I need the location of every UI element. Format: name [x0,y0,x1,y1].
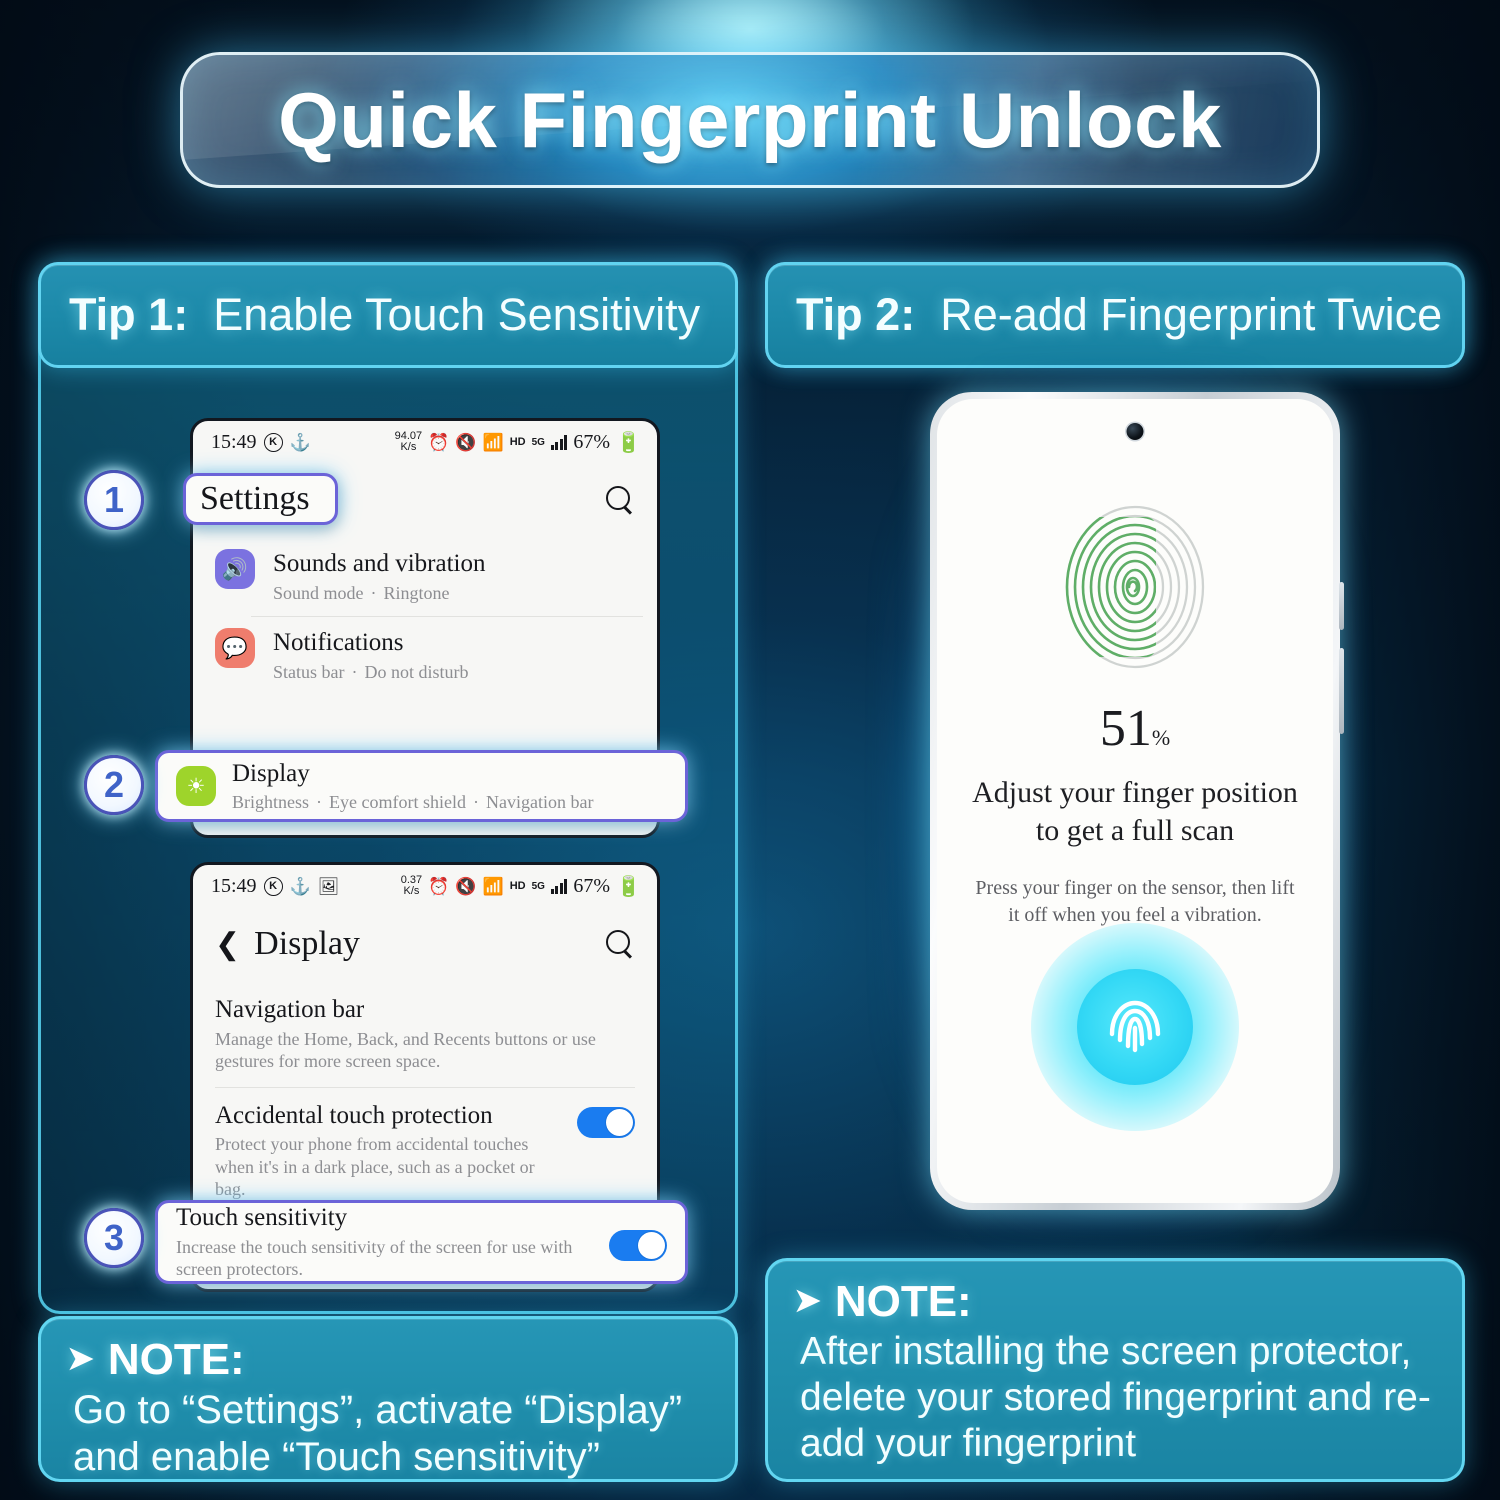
tip1-note: ➤ NOTE: Go to “Settings”, activate “Disp… [38,1316,738,1482]
anchor-icon: ⚓ [289,876,311,896]
list-item[interactable]: Navigation bar Manage the Home, Back, an… [193,981,657,1087]
hd-icon: HD [509,436,526,448]
list-item-desc: Protect your phone from accidental touch… [215,1134,535,1199]
note-body: Go to “Settings”, activate “Display” and… [73,1388,683,1480]
fingerprint-phone-screen: 51% Adjust your finger position to get a… [937,399,1333,1203]
page-title: Quick Fingerprint Unlock [278,75,1222,164]
wifi-icon: 📶 [482,432,504,452]
scan-headline: Adjust your finger position to get a ful… [972,776,1298,847]
tip1-title: Tip 1: Enable Touch Sensitivity [69,289,700,341]
list-item-desc: Manage the Home, Back, and Recents butto… [215,1028,596,1072]
alarm-icon: ⏰ [428,876,450,896]
list-item[interactable]: Accidental touch protection Protect your… [193,1086,657,1215]
statusbar-time: 15:49 [211,430,257,453]
network-speed: 94.07 K/s [394,430,423,453]
battery-percent: 67% [573,874,611,897]
touch-sensitivity-title: Touch sensitivity [176,1204,348,1232]
tip2-title: Tip 2: Re-add Fingerprint Twice [796,289,1442,341]
list-item-subtitle: Sound mode · Ringtone [273,582,450,603]
touch-sensitivity-desc: Increase the touch sensitivity of the sc… [176,1236,573,1280]
network-type-icon: 5G [531,880,545,892]
alarm-icon: ⏰ [428,432,450,452]
fingerprint-sensor-button[interactable] [1031,923,1239,1131]
list-item-title: Navigation bar [215,996,365,1023]
scan-progress-number: 51 [1099,700,1152,757]
speaker-icon: 🔊 [215,549,255,589]
note-heading: ➤ NOTE: [794,1277,1436,1326]
note-label: NOTE: [107,1335,245,1384]
tip2-heading: Re-add Fingerprint Twice [940,289,1443,340]
fingerprint-sensor-icon [1109,1000,1161,1053]
list-item-title: Accidental touch protection [215,1101,493,1129]
tip1-number: Tip 1: [69,289,189,340]
tip2-note: ➤ NOTE: After installing the screen prot… [765,1258,1465,1482]
display-appbar: ❮ Display [193,907,657,981]
settings-list: 🔊 Sounds and vibration Sound mode · Ringto… [193,537,657,774]
battery-percent: 67% [573,430,611,453]
brightness-icon: ☀ [176,766,216,806]
anchor-icon: ⚓ [289,432,311,452]
scan-progress: 51% [1100,699,1170,758]
wifi-icon: 📶 [482,876,504,896]
display-statusbar: 15:49 K ⚓ 🖼 0.37 K/s ⏰ 🔇 📶 HD 5G 67% 🔋 [193,865,657,907]
image-icon: 🖼 [317,876,340,896]
tip1-header: Tip 1: Enable Touch Sensitivity [38,262,738,368]
note-body: After installing the screen protector, d… [800,1330,1431,1466]
signal-bars-icon [550,878,568,894]
fingerprint-graphic [1065,505,1205,669]
settings-title-highlight[interactable]: Settings [183,473,338,525]
scan-progress-symbol: % [1151,725,1171,750]
display-row-subtitle: Brightness · Eye comfort shield · Navigation… [232,792,594,812]
note-label: NOTE: [834,1277,972,1326]
arrow-right-icon: ➤ [794,1282,821,1319]
dnd-icon: K [263,876,283,896]
statusbar-time: 15:49 [211,874,257,897]
accidental-touch-toggle[interactable] [577,1106,635,1138]
list-item[interactable]: 🔊 Sounds and vibration Sound mode · Ringto… [193,537,657,616]
arrow-right-icon: ➤ [67,1340,94,1377]
title-banner: Quick Fingerprint Unlock [180,52,1320,188]
display-row-highlight[interactable]: ☀ Display Brightness · Eye comfort shield ·… [155,750,688,822]
search-icon[interactable] [605,485,635,515]
front-camera-icon [1126,423,1144,440]
hd-icon: HD [509,880,526,892]
list-item[interactable]: 💬 Notifications Status bar · Do not distur… [193,616,657,695]
network-speed: 0.37 K/s [400,874,423,897]
step-badge-3: 3 [84,1208,144,1268]
tip1-heading: Enable Touch Sensitivity [213,289,701,340]
note-heading: ➤ NOTE: [67,1335,709,1384]
display-page-title: Display [254,925,360,962]
search-icon[interactable] [605,929,635,959]
back-chevron-icon[interactable]: ❮ [215,927,240,962]
mute-icon: 🔇 [455,432,477,452]
signal-bars-icon [550,434,568,450]
tip2-number: Tip 2: [796,289,916,340]
scan-subtext: Press your finger on the sensor, then li… [975,877,1295,926]
list-item-subtitle: Status bar · Do not disturb [273,661,469,682]
display-row-title: Display [232,759,310,787]
touch-sensitivity-toggle[interactable] [609,1229,667,1261]
fingerprint-phone: 51% Adjust your finger position to get a… [930,392,1344,1210]
tip2-header: Tip 2: Re-add Fingerprint Twice [765,262,1465,368]
dnd-icon: K [263,432,283,452]
settings-statusbar: 15:49 K ⚓ 94.07 K/s ⏰ 🔇 📶 HD 5G 67% 🔋 [193,421,657,463]
notification-icon: 💬 [215,628,255,668]
list-item-title: Sounds and vibration [273,550,486,577]
step-badge-1: 1 [84,470,144,530]
mute-icon: 🔇 [455,876,477,896]
settings-title: Settings [200,480,310,517]
battery-icon: 🔋 [616,875,641,898]
step-badge-2: 2 [84,755,144,815]
list-item-title: Notifications [273,629,404,656]
network-type-icon: 5G [531,436,545,448]
touch-sensitivity-highlight[interactable]: Touch sensitivity Increase the touch sen… [155,1200,688,1284]
battery-icon: 🔋 [616,431,641,454]
fingerprint-sensor-core [1077,969,1193,1085]
